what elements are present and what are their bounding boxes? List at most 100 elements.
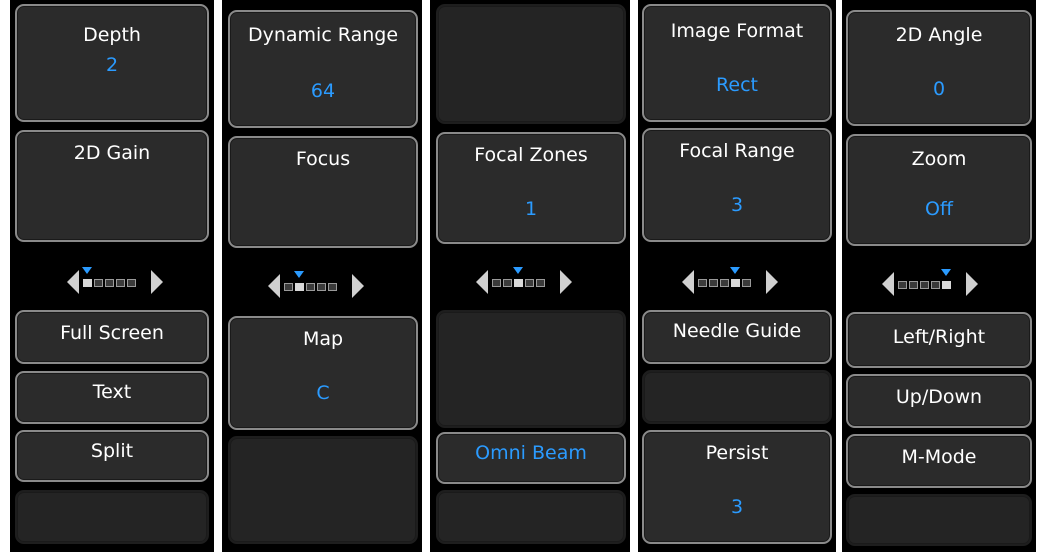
- empty-button: [15, 490, 209, 544]
- depth-label: Depth: [83, 24, 141, 46]
- zoom-label: Zoom: [911, 148, 967, 170]
- page-dot: [503, 279, 512, 287]
- page-dot: [698, 279, 707, 287]
- empty-button: [436, 4, 626, 124]
- left-right-button[interactable]: Left/Right: [846, 312, 1032, 368]
- page-left-arrow-icon[interactable]: [682, 270, 694, 294]
- up-down-button[interactable]: Up/Down: [846, 374, 1032, 428]
- dynamic-range-button[interactable]: Dynamic Range 64: [228, 10, 418, 128]
- empty-button: [642, 370, 832, 424]
- up-down-label: Up/Down: [895, 386, 983, 408]
- 2d-gain-button[interactable]: 2D Gain: [15, 130, 209, 242]
- full-screen-button[interactable]: Full Screen: [15, 310, 209, 364]
- page-dot: [284, 283, 293, 291]
- page-dot: [931, 281, 940, 289]
- page-right-arrow-icon[interactable]: [560, 270, 572, 294]
- page-indicator[interactable]: [676, 256, 796, 296]
- split-button[interactable]: Split: [15, 430, 209, 482]
- page-right-arrow-icon[interactable]: [352, 274, 364, 298]
- empty-button: [846, 494, 1032, 546]
- focal-range-label: Focal Range: [679, 140, 795, 162]
- image-format-value: Rect: [716, 74, 758, 96]
- image-format-label: Image Format: [670, 20, 804, 42]
- focal-zones-value: 1: [524, 198, 538, 220]
- page-dot: [94, 279, 103, 287]
- page-left-arrow-icon[interactable]: [476, 270, 488, 294]
- text-button[interactable]: Text: [15, 371, 209, 424]
- image-format-button[interactable]: Image Format Rect: [642, 4, 832, 122]
- left-right-label: Left/Right: [892, 326, 986, 348]
- page-right-arrow-icon[interactable]: [966, 272, 978, 296]
- m-mode-label: M-Mode: [901, 446, 977, 468]
- dynamic-range-label: Dynamic Range: [247, 24, 399, 46]
- split-label: Split: [90, 440, 134, 462]
- page-indicator[interactable]: [470, 256, 590, 296]
- page-dot: [306, 283, 315, 291]
- zoom-button[interactable]: Zoom Off: [846, 134, 1032, 246]
- m-mode-button[interactable]: M-Mode: [846, 434, 1032, 488]
- page-dot: [731, 279, 740, 287]
- text-label: Text: [92, 381, 132, 403]
- full-screen-label: Full Screen: [60, 322, 164, 344]
- empty-button: [228, 436, 418, 544]
- page-dot: [492, 279, 501, 287]
- focal-range-value: 3: [730, 194, 744, 216]
- page-left-arrow-icon[interactable]: [268, 274, 280, 298]
- control-panel-1: Depth 2 2D Gain Full Screen Text Split: [10, 0, 214, 552]
- page-dot: [720, 279, 729, 287]
- page-dot: [709, 279, 718, 287]
- current-page-marker-icon: [82, 267, 92, 274]
- 2d-angle-button[interactable]: 2D Angle 0: [846, 10, 1032, 126]
- map-label: Map: [302, 328, 344, 350]
- 2d-gain-label: 2D Gain: [73, 142, 151, 164]
- page-dot: [514, 279, 523, 287]
- page-dot: [105, 279, 114, 287]
- 2d-angle-label: 2D Angle: [895, 24, 983, 46]
- current-page-marker-icon: [294, 271, 304, 278]
- page-dot: [317, 283, 326, 291]
- empty-button: [436, 490, 626, 544]
- page-dot: [898, 281, 907, 289]
- map-button[interactable]: Map C: [228, 316, 418, 430]
- omni-beam-button[interactable]: Omni Beam: [436, 432, 626, 484]
- focus-button[interactable]: Focus: [228, 136, 418, 248]
- page-dot: [328, 283, 337, 291]
- page-dot: [295, 283, 304, 291]
- needle-guide-label: Needle Guide: [672, 320, 802, 342]
- page-indicator[interactable]: [55, 256, 175, 296]
- page-left-arrow-icon[interactable]: [67, 270, 79, 294]
- page-dot: [920, 281, 929, 289]
- depth-value: 2: [105, 54, 119, 76]
- depth-button[interactable]: Depth 2: [15, 4, 209, 122]
- page-dot: [536, 279, 545, 287]
- page-dot: [742, 279, 751, 287]
- control-panel-2: Dynamic Range 64 Focus Map C: [222, 0, 422, 552]
- persist-value: 3: [730, 496, 744, 518]
- persist-button[interactable]: Persist 3: [642, 430, 832, 544]
- omni-beam-label: Omni Beam: [475, 442, 587, 464]
- page-dot: [909, 281, 918, 289]
- control-panel-4: Image Format Rect Focal Range 3 Needle G…: [638, 0, 836, 552]
- current-page-marker-icon: [730, 267, 740, 274]
- control-panel-3: Focal Zones 1 Omni Beam: [430, 0, 630, 552]
- focal-range-button[interactable]: Focal Range 3: [642, 128, 832, 242]
- zoom-value: Off: [924, 198, 954, 220]
- page-right-arrow-icon[interactable]: [766, 270, 778, 294]
- page-right-arrow-icon[interactable]: [151, 270, 163, 294]
- current-page-marker-icon: [513, 267, 523, 274]
- page-left-arrow-icon[interactable]: [882, 272, 894, 296]
- map-value: C: [316, 382, 330, 404]
- persist-label: Persist: [705, 442, 769, 464]
- empty-button: [436, 310, 626, 428]
- page-indicator[interactable]: [262, 260, 382, 300]
- page-dot: [116, 279, 125, 287]
- page-dot: [942, 281, 951, 289]
- page-dot: [127, 279, 136, 287]
- page-dot: [525, 279, 534, 287]
- focus-label: Focus: [295, 148, 351, 170]
- focal-zones-button[interactable]: Focal Zones 1: [436, 132, 626, 244]
- needle-guide-button[interactable]: Needle Guide: [642, 310, 832, 364]
- focal-zones-label: Focal Zones: [474, 144, 588, 166]
- page-dot: [83, 279, 92, 287]
- page-indicator[interactable]: [876, 258, 996, 298]
